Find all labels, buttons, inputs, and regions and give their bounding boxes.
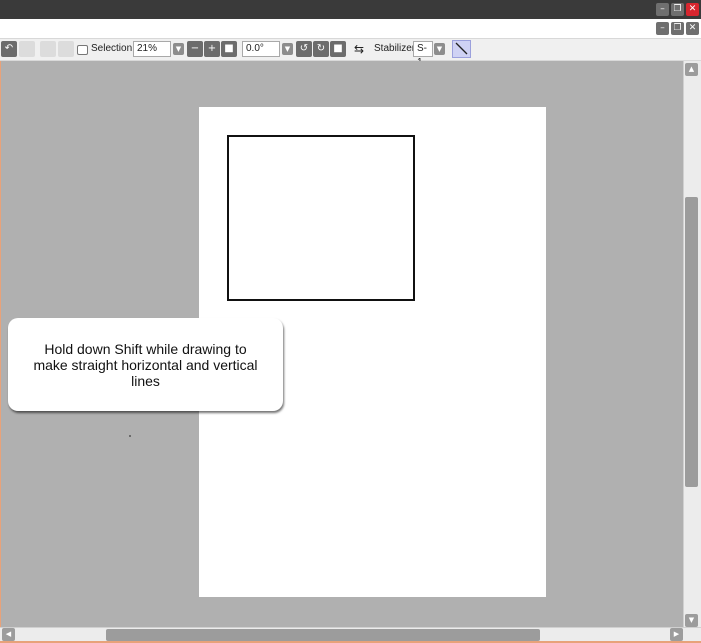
rotate-right-icon[interactable]: ↻ — [313, 41, 329, 57]
zoom-dropdown-icon[interactable]: ▼ — [173, 43, 184, 55]
eye-icon[interactable] — [77, 45, 88, 55]
brush-cursor-dot — [129, 435, 131, 437]
deselect-icon[interactable] — [40, 41, 56, 57]
selection-label: Selection — [91, 43, 133, 54]
undo-icon[interactable]: ↶ — [1, 41, 17, 57]
scroll-up-icon[interactable]: ▲ — [685, 63, 698, 76]
doc-restore-icon[interactable]: ❐ — [671, 22, 684, 35]
close-icon[interactable]: ✕ — [686, 3, 699, 16]
hint-tooltip-text: Hold down Shift while drawing to make st… — [33, 340, 258, 389]
scroll-down-icon[interactable]: ▼ — [685, 614, 698, 627]
horizontal-scroll-thumb[interactable] — [106, 629, 540, 641]
rotation-dropdown-icon[interactable]: ▼ — [282, 43, 293, 55]
stabilizer-input[interactable]: S-1 — [413, 41, 433, 68]
stabilizer-dropdown-icon[interactable]: ▼ — [434, 43, 445, 55]
redo-icon[interactable] — [19, 41, 35, 57]
zoom-out-icon[interactable]: − — [187, 41, 203, 57]
zoom-input[interactable]: 21% — [133, 41, 171, 57]
straight-line-icon[interactable] — [452, 40, 471, 58]
scroll-right-icon[interactable]: ▶ — [670, 628, 683, 641]
hint-tooltip: Hold down Shift while drawing to make st… — [8, 318, 283, 411]
restore-icon[interactable]: ❐ — [671, 3, 684, 16]
command-bar: ↶ Selection 21% ▼ − + ■ 0.0° ▼ ↺ ↻ ■ ⇆ S… — [0, 39, 701, 68]
stabilizer-label: Stabilizer — [374, 43, 416, 54]
document-bar: – ❐ ✕ — [0, 19, 701, 39]
fit-window-icon[interactable]: ■ — [221, 41, 237, 57]
doc-minimize-icon[interactable]: – — [656, 22, 669, 35]
drawn-rectangle — [227, 135, 415, 301]
reset-rotation-icon[interactable]: ■ — [330, 41, 346, 57]
doc-close-icon[interactable]: ✕ — [686, 22, 699, 35]
scroll-left-icon[interactable]: ◀ — [2, 628, 15, 641]
minimize-icon[interactable]: – — [656, 3, 669, 16]
flip-horizontal-icon[interactable]: ⇆ — [354, 43, 368, 55]
vertical-scroll-thumb[interactable] — [685, 197, 698, 487]
invert-selection-icon[interactable] — [58, 41, 74, 57]
rotation-input[interactable]: 0.0° — [242, 41, 280, 57]
rotate-left-icon[interactable]: ↺ — [296, 41, 312, 57]
zoom-in-icon[interactable]: + — [204, 41, 220, 57]
app-title-bar: – ❐ ✕ — [0, 0, 701, 19]
